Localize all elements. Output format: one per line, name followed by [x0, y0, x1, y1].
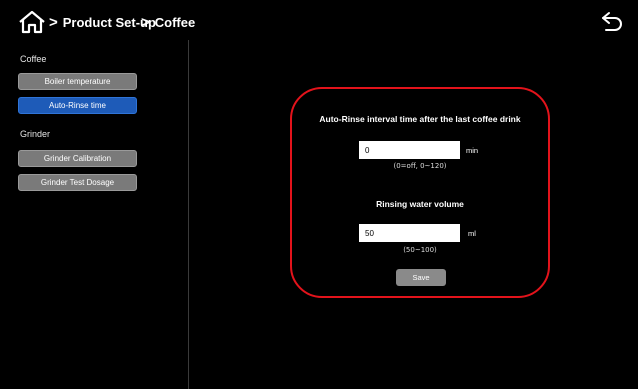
sidebar: Coffee Boiler temperature Auto-Rinse tim… — [0, 40, 189, 389]
breadcrumb-coffee: > Coffee — [141, 14, 195, 31]
sidebar-item-grinder-calibration[interactable]: Grinder Calibration — [18, 150, 137, 167]
interval-time-input[interactable] — [359, 141, 460, 159]
chevron-right-icon: > — [49, 14, 58, 31]
chevron-right-icon: > — [141, 14, 150, 31]
water-volume-input[interactable] — [359, 224, 460, 242]
auto-rinse-panel: Auto-Rinse interval time after the last … — [290, 87, 550, 298]
breadcrumb-product-setup[interactable]: > Product Set-up — [49, 14, 156, 31]
sidebar-item-grinder-test-dosage[interactable]: Grinder Test Dosage — [18, 174, 137, 191]
save-button[interactable]: Save — [396, 269, 446, 286]
section-title-coffee: Coffee — [20, 54, 47, 64]
volume-range: (50~100) — [403, 246, 437, 254]
volume-unit: ml — [468, 229, 476, 238]
interval-heading: Auto-Rinse interval time after the last … — [319, 114, 521, 124]
sidebar-item-auto-rinse-time[interactable]: Auto-Rinse time — [18, 97, 137, 114]
interval-unit: min — [466, 146, 479, 155]
volume-heading: Rinsing water volume — [376, 199, 464, 209]
top-bar: > Product Set-up > Coffee — [0, 0, 638, 40]
back-arrow-icon[interactable] — [600, 10, 624, 32]
breadcrumb-label: Coffee — [154, 15, 196, 30]
sidebar-item-boiler-temperature[interactable]: Boiler temperature — [18, 73, 137, 90]
home-icon[interactable] — [18, 10, 46, 34]
interval-range: (0=off, 0~120) — [393, 162, 447, 170]
section-title-grinder: Grinder — [20, 129, 51, 139]
